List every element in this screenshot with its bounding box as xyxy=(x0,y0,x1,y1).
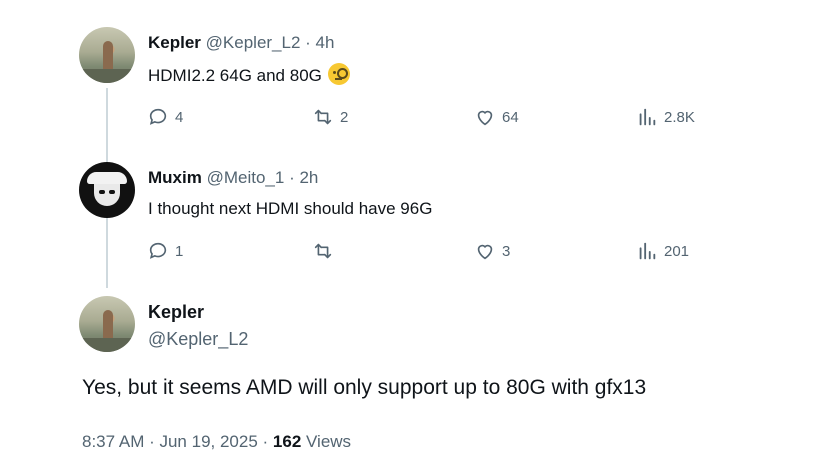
avatar-muxim[interactable] xyxy=(79,162,135,218)
views-label: Views xyxy=(306,432,352,451)
retweet-button[interactable] xyxy=(312,240,340,262)
author-handle[interactable]: @Kepler_L2 xyxy=(206,33,301,52)
avatar-kepler[interactable] xyxy=(79,27,135,83)
views-button[interactable]: 2.8K xyxy=(636,106,695,128)
heart-icon xyxy=(477,244,493,260)
views-icon xyxy=(639,108,656,126)
tweet-time[interactable]: · 4h xyxy=(305,33,334,52)
views-icon xyxy=(639,242,656,260)
views-count: 201 xyxy=(664,242,690,260)
retweet-icon xyxy=(314,243,332,259)
tweet-timestamp[interactable]: 8:37 AM · Jun 19, 2025 · xyxy=(82,432,268,451)
retweet-icon xyxy=(314,109,332,125)
reply-button[interactable]: 1 xyxy=(147,240,183,262)
retweet-count: 2 xyxy=(340,108,349,126)
tweet-time[interactable]: · 2h xyxy=(289,168,318,187)
tweet-text: HDMI2.2 64G and 80G xyxy=(148,63,350,86)
author-name[interactable]: Kepler xyxy=(148,302,204,323)
tweet-footer: 8:37 AM · Jun 19, 2025 · 162 Views xyxy=(82,432,351,452)
author-name[interactable]: Muxim xyxy=(148,168,202,187)
heart-icon xyxy=(477,110,493,126)
views-button[interactable]: 201 xyxy=(636,240,689,262)
tweet-text-content: HDMI2.2 64G and 80G xyxy=(148,66,322,85)
like-count: 3 xyxy=(502,242,511,260)
reply-icon xyxy=(149,242,167,259)
tweet-text: Yes, but it seems AMD will only support … xyxy=(82,376,647,399)
reply-count: 4 xyxy=(175,108,184,126)
avatar-kepler[interactable] xyxy=(79,296,135,352)
reply-icon xyxy=(149,108,167,125)
tweet-text: I thought next HDMI should have 96G xyxy=(148,199,433,218)
view-count: 162 xyxy=(272,432,302,451)
author-handle[interactable]: @Meito_1 xyxy=(207,168,285,187)
views-count: 2.8K xyxy=(664,108,695,126)
face-with-monocle-icon xyxy=(327,63,350,85)
author-name[interactable]: Kepler xyxy=(148,33,201,52)
tweet-header: Kepler @Kepler_L2 · 4h xyxy=(148,33,334,53)
author-handle[interactable]: @Kepler_L2 xyxy=(148,329,248,350)
like-button[interactable]: 64 xyxy=(474,106,519,128)
like-button[interactable]: 3 xyxy=(474,240,510,262)
reply-count: 1 xyxy=(175,242,184,260)
like-count: 64 xyxy=(502,108,519,126)
retweet-button[interactable]: 2 xyxy=(312,106,348,128)
tweet-header: Muxim @Meito_1 · 2h xyxy=(148,168,318,188)
reply-button[interactable]: 4 xyxy=(147,106,183,128)
